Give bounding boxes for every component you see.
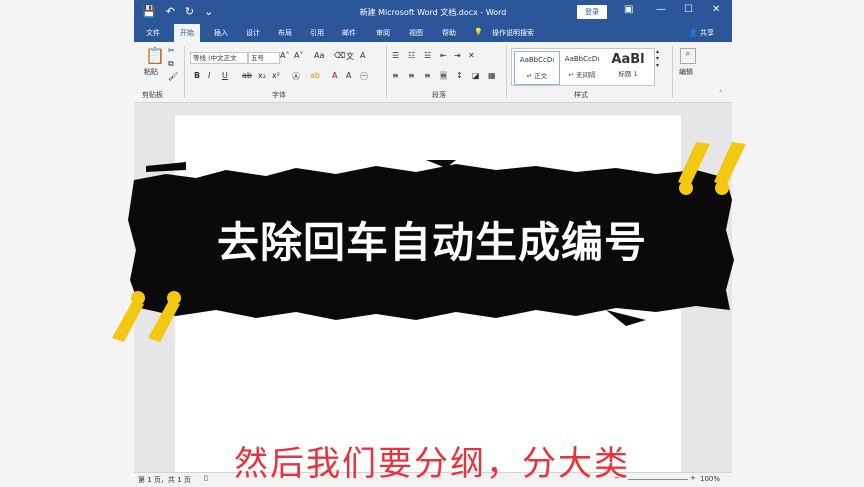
copy-icon[interactable]: ⧉ <box>168 59 174 69</box>
multilevel-list-icon[interactable]: ☱ <box>424 51 431 60</box>
numbering-icon[interactable]: ☷ <box>408 51 415 60</box>
ribbon-display-icon[interactable]: ▣ <box>624 4 633 15</box>
justify-icon[interactable]: ≡ <box>440 71 447 80</box>
style-no-spacing[interactable]: AaBbCcDı ↵ 无间隔 <box>560 51 604 83</box>
subscript-icon[interactable]: x₂ <box>258 71 266 80</box>
paste-icon[interactable]: 📋 <box>145 46 165 65</box>
tab-help[interactable]: 帮助 <box>442 28 456 38</box>
quote-mark-icon <box>112 291 181 342</box>
highlight-icon[interactable]: ab <box>310 71 320 80</box>
paste-button-label[interactable]: 粘贴 <box>144 67 158 77</box>
style-heading-1[interactable]: AaBl 标题 1 <box>606 51 650 83</box>
font-name-select[interactable]: 等线 (中文正文 <box>190 52 248 64</box>
line-spacing-icon[interactable]: ↕ <box>456 71 463 80</box>
close-icon[interactable]: ✕ <box>712 4 720 15</box>
style-preview: AaBl <box>611 52 645 67</box>
format-painter-icon[interactable]: 🖌 <box>168 72 178 81</box>
tell-me-search[interactable]: 操作说明搜索 <box>492 28 534 38</box>
grow-font-icon[interactable]: A˄ <box>280 51 289 60</box>
font-group-label: 字体 <box>272 91 286 99</box>
italic-icon[interactable]: I <box>208 71 210 80</box>
login-button[interactable]: 登录 <box>577 5 607 19</box>
tab-insert[interactable]: 插入 <box>214 28 228 38</box>
share-button[interactable]: 👤 共享 <box>689 28 714 38</box>
maximize-icon[interactable]: ☐ <box>684 4 693 15</box>
char-border-icon[interactable]: A <box>360 51 365 60</box>
tab-home[interactable]: 开始 <box>174 24 200 42</box>
font-color-icon[interactable]: A <box>332 71 337 80</box>
char-shading-icon[interactable]: A <box>346 71 351 80</box>
group-divider <box>184 46 185 98</box>
strikethrough-icon[interactable]: ab <box>242 71 252 80</box>
increase-indent-icon[interactable]: ⇥ <box>454 51 461 60</box>
font-size-select[interactable]: 五号 <box>248 52 280 64</box>
title-bar: 💾 ↶ ↻ ⌄ 新建 Microsoft Word 文档.docx - Word… <box>134 0 732 24</box>
underline-icon[interactable]: U <box>222 71 228 80</box>
bullets-icon[interactable]: ☰ <box>392 51 399 60</box>
styles-scroll-icon[interactable]: ▴ ▾ ▾ <box>656 48 659 69</box>
tab-layout[interactable]: 布局 <box>278 28 292 38</box>
group-divider <box>506 46 507 98</box>
tab-review[interactable]: 审阅 <box>376 28 390 38</box>
shrink-font-icon[interactable]: A˅ <box>294 51 303 60</box>
style-preview: AaBbCcDı <box>564 55 600 63</box>
superscript-icon[interactable]: x² <box>272 71 280 80</box>
minimize-icon[interactable]: — <box>656 4 666 15</box>
cut-icon[interactable]: ✂ <box>168 46 175 55</box>
person-icon: 👤 <box>689 29 698 37</box>
lightbulb-icon: 💡 <box>474 28 483 36</box>
clipboard-group-label: 剪贴板 <box>142 91 163 99</box>
shading-icon[interactable]: ◪ <box>472 71 480 80</box>
style-preview: AaBbCcDı <box>519 56 555 64</box>
style-name: 标题 1 <box>618 70 638 78</box>
align-right-icon[interactable]: ≡ <box>424 71 431 80</box>
styles-gallery: AaBbCcDı ↵ 正文 AaBbCcDı ↵ 无间隔 AaBl 标题 1 <box>511 48 655 86</box>
tab-references[interactable]: 引用 <box>310 28 324 38</box>
quote-mark-icon <box>678 142 746 195</box>
decrease-indent-icon[interactable]: ⇤ <box>440 51 447 60</box>
tab-design[interactable]: 设计 <box>246 28 260 38</box>
text-effects-icon[interactable]: Ⓐ <box>292 71 300 82</box>
ribbon-tabs: 文件 开始 插入 设计 布局 引用 邮件 审阅 视图 帮助 💡 操作说明搜索 👤… <box>134 24 732 42</box>
collapse-ribbon-icon[interactable]: ˄ <box>719 90 722 97</box>
style-normal[interactable]: AaBbCcDı ↵ 正文 <box>514 51 560 85</box>
group-divider <box>386 46 387 98</box>
chinese-layout-icon[interactable]: ✕ <box>468 51 475 60</box>
video-headline: 去除回车自动生成编号 <box>216 218 647 267</box>
tab-view[interactable]: 视图 <box>409 28 423 38</box>
search-icon[interactable]: ⌕ <box>680 48 696 64</box>
window-title: 新建 Microsoft Word 文档.docx - Word <box>359 8 507 17</box>
tab-file[interactable]: 文件 <box>146 28 160 38</box>
group-divider <box>672 46 673 98</box>
share-label: 共享 <box>699 29 714 37</box>
enclosed-char-icon[interactable]: ㊀ <box>360 71 368 82</box>
change-case-icon[interactable]: Aa <box>314 51 324 60</box>
clear-format-icon[interactable]: ⌫ <box>334 51 345 60</box>
editing-label[interactable]: 编辑 <box>679 67 693 77</box>
bold-icon[interactable]: B <box>194 71 200 80</box>
phonetic-icon[interactable]: 文 <box>346 51 354 62</box>
paragraph-group-label: 段落 <box>432 91 446 99</box>
align-center-icon[interactable]: ≡ <box>408 71 415 80</box>
style-name: ↵ 正文 <box>526 72 548 80</box>
align-left-icon[interactable]: ≡ <box>392 71 399 80</box>
styles-group-label: 样式 <box>574 91 588 99</box>
video-subtitle: 然后我们要分纲，分大类 <box>234 444 630 484</box>
ribbon: 📋 粘贴 ✂ ⧉ 🖌 剪贴板 等线 (中文正文 五号 A˄ A˅ Aa ⌫ 文 … <box>134 42 732 103</box>
borders-icon[interactable]: ▦ <box>488 71 496 80</box>
tab-mailings[interactable]: 邮件 <box>342 28 356 38</box>
style-name: ↵ 无间隔 <box>568 71 596 79</box>
